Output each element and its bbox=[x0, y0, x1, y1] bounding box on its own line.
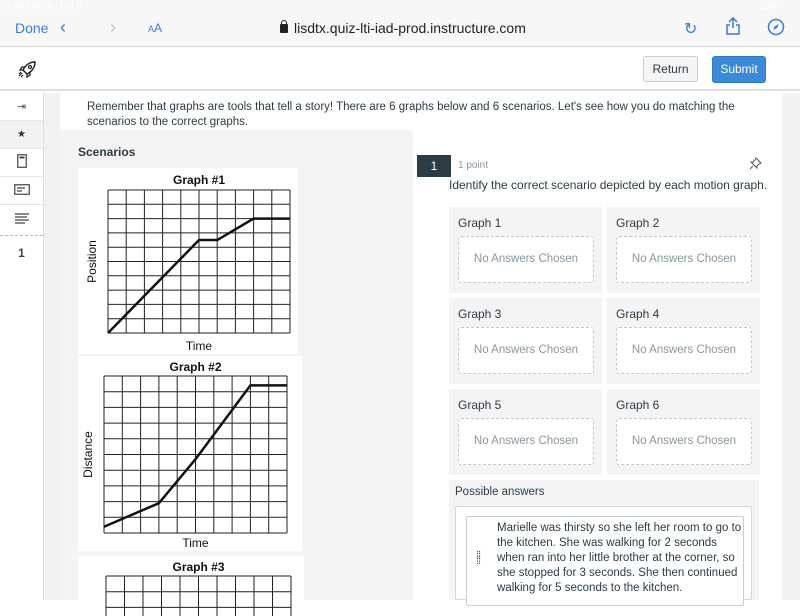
battery-level: 23% bbox=[759, 1, 778, 11]
chevron-right-icon[interactable]: › bbox=[110, 17, 116, 38]
match-target-graph-2: Graph 2 No Answers Chosen bbox=[607, 207, 760, 293]
graph-title: Graph #1 bbox=[173, 173, 225, 187]
submit-button[interactable]: Submit bbox=[712, 56, 766, 83]
drop-zone[interactable]: No Answers Chosen bbox=[616, 236, 752, 283]
pin-icon[interactable] bbox=[749, 157, 762, 173]
match-target-graph-3: Graph 3 No Answers Chosen bbox=[449, 298, 602, 384]
target-label: Graph 2 bbox=[616, 216, 660, 230]
share-icon[interactable] bbox=[725, 16, 741, 41]
match-target-graph-5: Graph 5 No Answers Chosen bbox=[449, 389, 602, 475]
match-target-graph-1: Graph 1 No Answers Chosen bbox=[449, 207, 602, 293]
collapse-icon: ⇥ bbox=[16, 101, 27, 113]
drop-zone[interactable]: No Answers Chosen bbox=[458, 236, 594, 283]
target-label: Graph 6 bbox=[616, 398, 660, 412]
match-target-graph-6: Graph 6 No Answers Chosen bbox=[607, 389, 760, 475]
sidebar-card[interactable] bbox=[0, 177, 43, 205]
drop-zone[interactable]: No Answers Chosen bbox=[616, 418, 752, 465]
graph-title: Graph #3 bbox=[172, 560, 224, 574]
lock-icon bbox=[280, 20, 288, 33]
possible-answers: Possible answers ⁞⁞ ⁞⁞ Marielle was thirs… bbox=[449, 480, 759, 606]
card-icon bbox=[13, 183, 30, 198]
match-target-graph-4: Graph 4 No Answers Chosen bbox=[607, 298, 760, 384]
sidebar-list[interactable] bbox=[0, 205, 43, 235]
graph-3-image: Graph #3 bbox=[78, 556, 304, 616]
question-number: 1 bbox=[417, 155, 451, 177]
answer-text: Marielle was thirsty so she left her roo… bbox=[497, 522, 742, 594]
target-label: Graph 1 bbox=[458, 216, 502, 230]
address-bar[interactable]: lisdtx.quiz-lti-iad-prod.instructure.com bbox=[280, 20, 526, 36]
sidebar-question-number[interactable]: 1 bbox=[0, 235, 43, 269]
page-scrollbar[interactable] bbox=[782, 93, 800, 600]
text-size-button[interactable]: AA bbox=[148, 21, 162, 35]
done-button[interactable]: Done bbox=[15, 20, 48, 36]
possible-answers-label: Possible answers bbox=[455, 486, 545, 498]
graph-2-chart: Graph #2 Time Distance bbox=[81, 360, 288, 550]
graph-3-chart: Graph #3 bbox=[105, 560, 292, 616]
drag-handle-icon[interactable]: ⁞⁞ ⁞⁞ bbox=[476, 551, 481, 567]
compass-icon[interactable] bbox=[767, 18, 785, 41]
sidebar-calculator[interactable] bbox=[0, 149, 43, 177]
status-time: 3:45 PM Fri Oct 9 bbox=[6, 1, 82, 11]
scenarios-heading: Scenarios bbox=[78, 145, 136, 159]
target-label: Graph 3 bbox=[458, 307, 502, 321]
graph-1-image: Graph #1 Time Position bbox=[78, 168, 298, 354]
browser-toolbar: Done ‹ › AA lisdtx.quiz-lti-iad-prod.ins… bbox=[0, 13, 800, 47]
reload-icon[interactable]: ↻ bbox=[684, 19, 697, 39]
drop-zone[interactable]: No Answers Chosen bbox=[458, 327, 594, 374]
chevron-left-icon[interactable]: ‹ bbox=[60, 17, 66, 38]
scenarios-panel: Scenarios Graph #1 Time Position Graph #2 T… bbox=[60, 130, 413, 616]
return-button[interactable]: Return bbox=[643, 56, 698, 82]
answers-list: ⁞⁞ ⁞⁞ Marielle was thirsty so she left he… bbox=[455, 506, 752, 606]
target-label: Graph 5 bbox=[458, 398, 502, 412]
pin-icon: ★ bbox=[17, 129, 26, 140]
drop-zone[interactable]: No Answers Chosen bbox=[458, 418, 594, 465]
status-bar: 3:45 PM Fri Oct 9 23% bbox=[0, 0, 800, 13]
y-axis-label: Position bbox=[85, 240, 99, 283]
rocket-icon bbox=[16, 59, 38, 81]
calculator-icon bbox=[16, 154, 27, 171]
drop-zone[interactable]: No Answers Chosen bbox=[616, 327, 752, 374]
x-axis-label: Time bbox=[186, 339, 213, 353]
graph-title: Graph #2 bbox=[169, 360, 221, 374]
question-panel: 1 1 point Identify the correct scenario … bbox=[413, 130, 782, 606]
url-text: lisdtx.quiz-lti-iad-prod.instructure.com bbox=[294, 20, 526, 36]
quiz-header: Return Submit bbox=[0, 47, 800, 91]
sidebar-gutter bbox=[44, 93, 60, 600]
y-axis-label: Distance bbox=[81, 431, 95, 478]
x-axis-label: Time bbox=[182, 536, 209, 550]
graph-2-image: Graph #2 Time Distance bbox=[78, 356, 302, 551]
quiz-instructions: Remember that graphs are tools that tell… bbox=[60, 93, 782, 130]
graph-1-chart: Graph #1 Time Position bbox=[85, 173, 291, 353]
question-points: 1 point bbox=[458, 160, 489, 171]
quiz-sidebar: ⇥ ★ 1 bbox=[0, 93, 44, 600]
list-icon bbox=[14, 212, 29, 228]
sidebar-collapse[interactable]: ⇥ bbox=[0, 93, 43, 121]
answer-option[interactable]: ⁞⁞ ⁞⁞ Marielle was thirsty so she left he… bbox=[466, 516, 744, 606]
target-label: Graph 4 bbox=[616, 307, 660, 321]
question-text: Identify the correct scenario depicted b… bbox=[449, 178, 768, 192]
sidebar-pin[interactable]: ★ bbox=[0, 121, 43, 149]
